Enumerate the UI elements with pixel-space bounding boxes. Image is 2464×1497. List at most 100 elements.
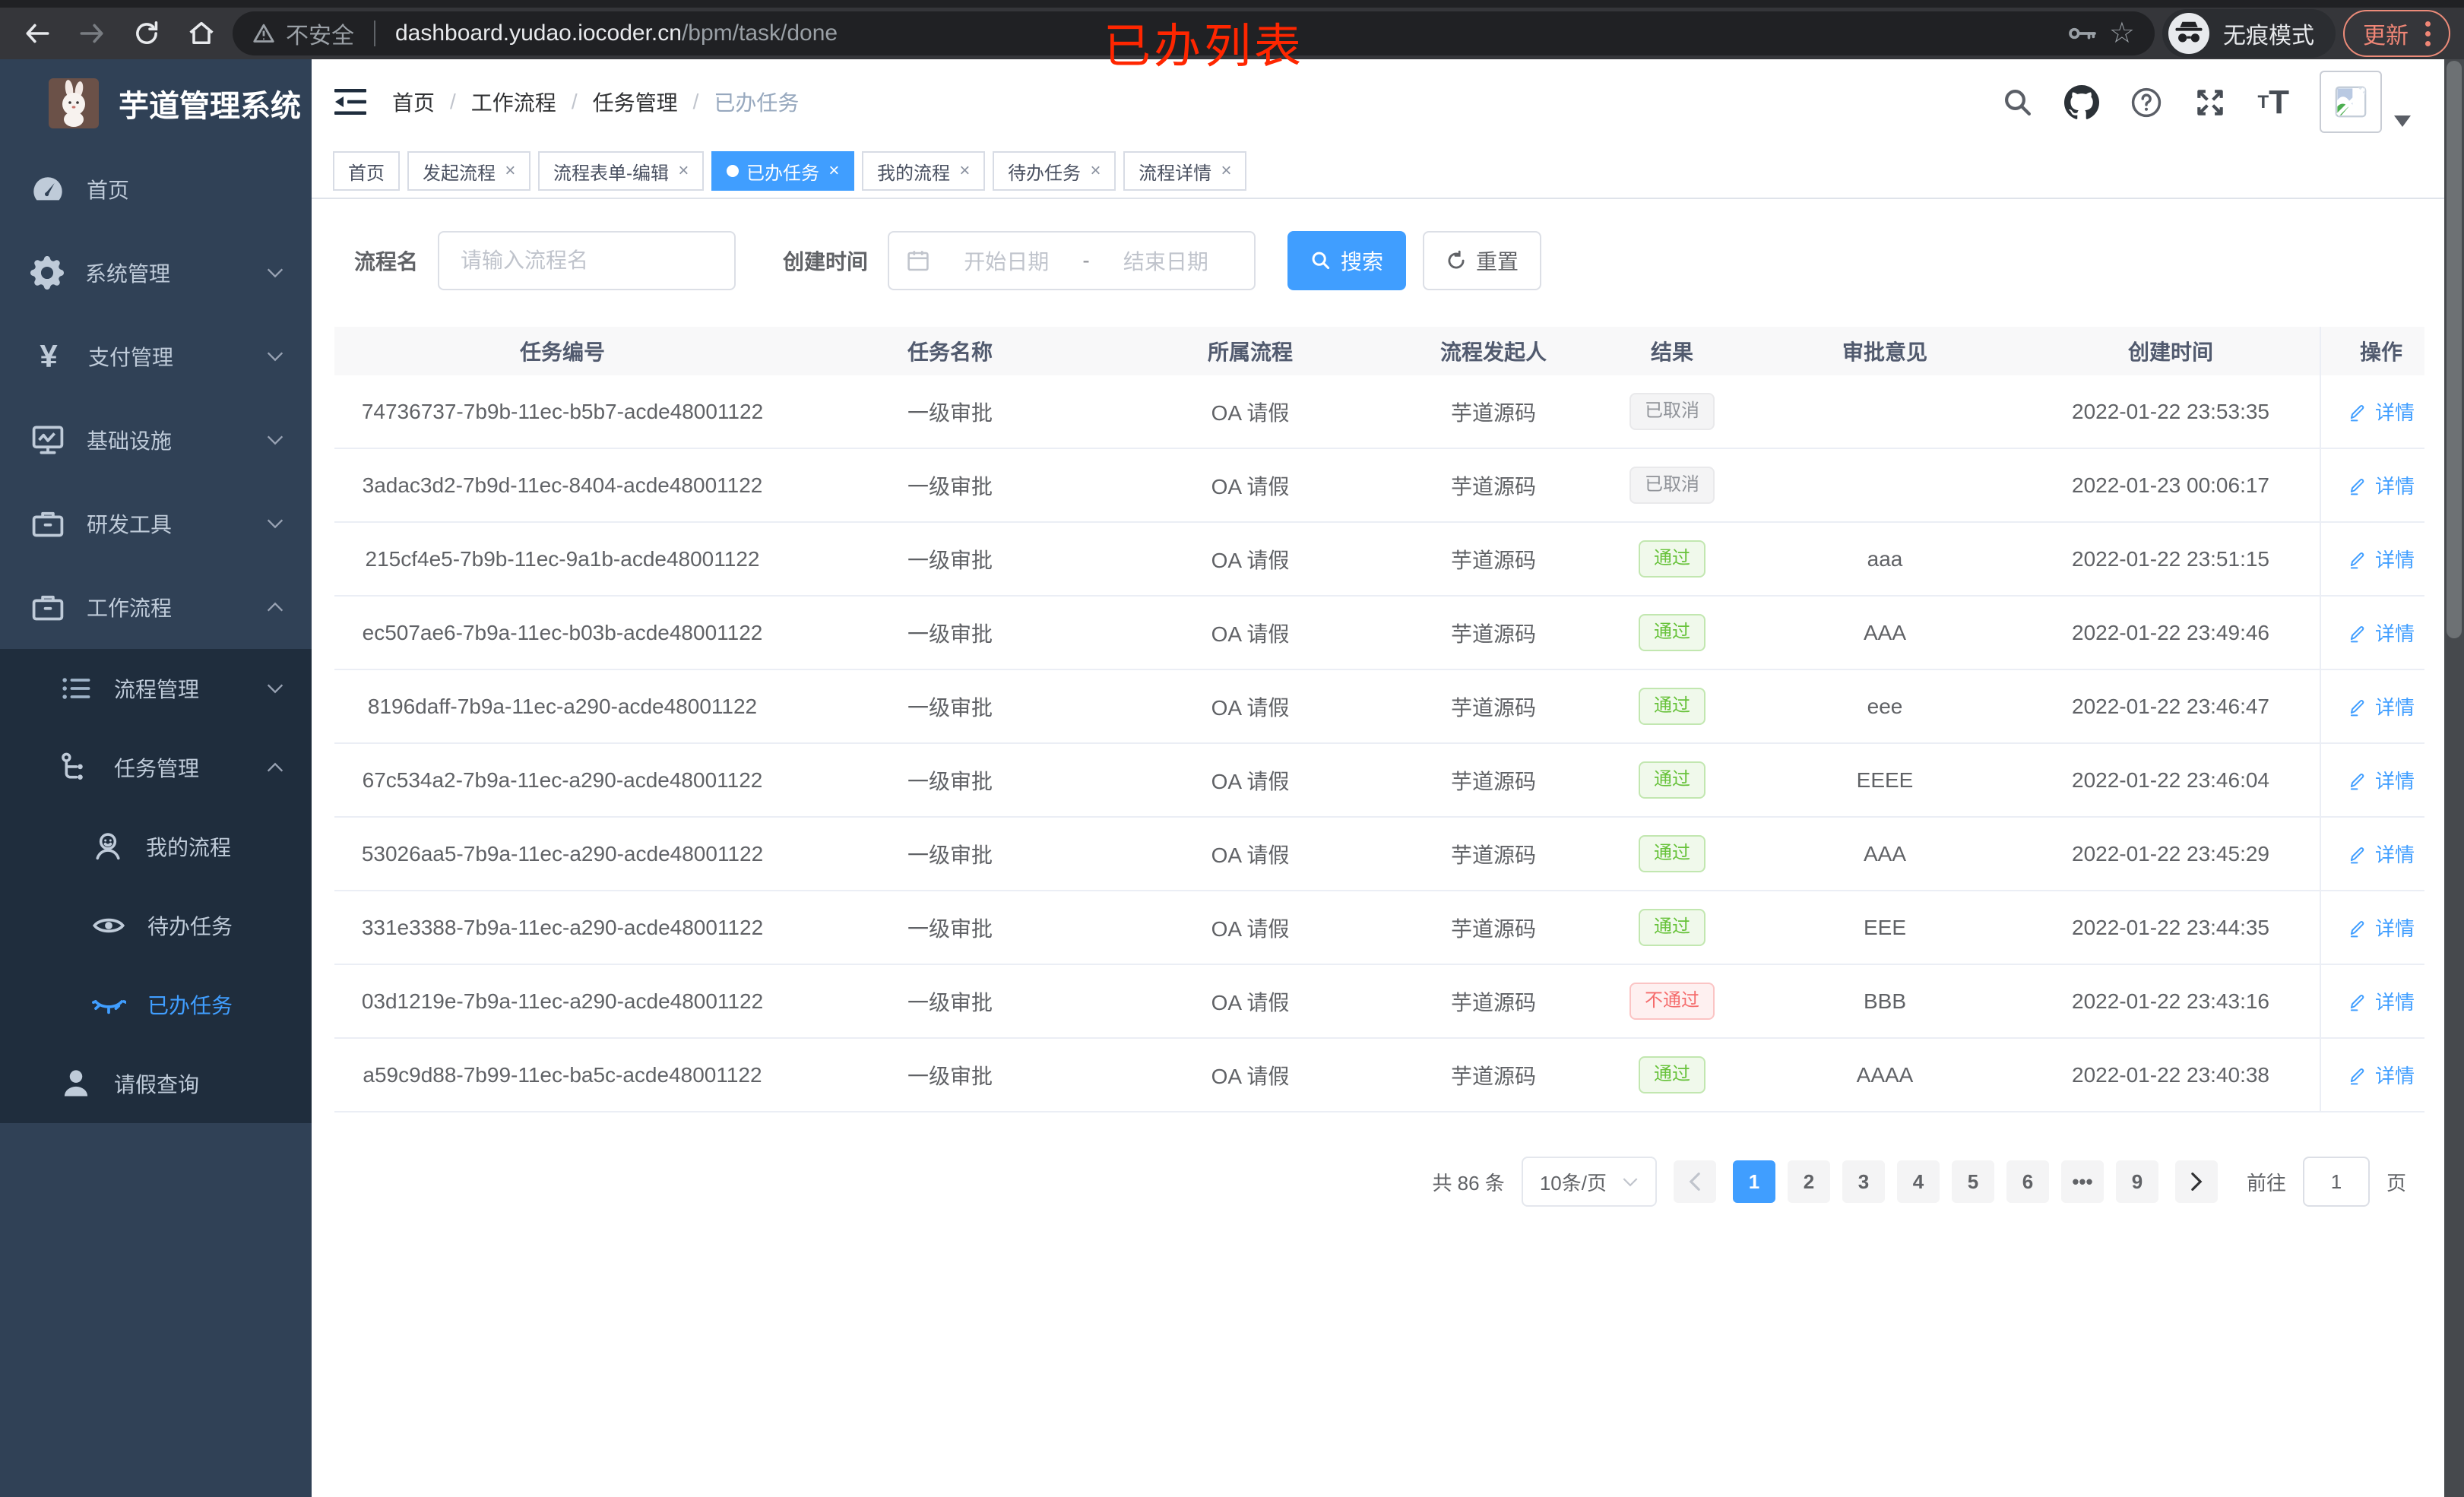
avatar[interactable]: [2320, 71, 2382, 133]
tab-close-icon[interactable]: ×: [505, 160, 515, 182]
page-button-3[interactable]: 3: [1842, 1160, 1885, 1203]
process-name-input[interactable]: [438, 231, 736, 290]
sidebar-item-task-mgmt[interactable]: 任务管理: [0, 728, 312, 807]
view-tab[interactable]: 首页: [333, 151, 400, 191]
sidebar-item-label: 请假查询: [114, 1073, 200, 1097]
page-button-2[interactable]: 2: [1787, 1160, 1830, 1203]
update-button[interactable]: 更新: [2343, 10, 2450, 57]
detail-button[interactable]: 详情: [2348, 692, 2415, 720]
result-badge: 通过: [1639, 540, 1705, 578]
search-button[interactable]: 搜索: [1287, 231, 1407, 290]
detail-button[interactable]: 详情: [2348, 545, 2415, 573]
result-cell: 通过: [1596, 891, 1748, 964]
fullscreen-icon[interactable]: [2193, 72, 2227, 133]
breadcrumb-home[interactable]: 首页: [392, 87, 435, 117]
create-time: 2022-01-23 00:06:17: [2072, 473, 2269, 497]
reset-button[interactable]: 重置: [1423, 231, 1542, 290]
page-scrollbar[interactable]: [2444, 59, 2464, 1497]
sidebar-item-my-process[interactable]: 我的流程: [0, 807, 312, 886]
detail-label: 详情: [2374, 475, 2415, 498]
sidebar-collapse-icon[interactable]: [334, 88, 366, 116]
browser-menu-icon[interactable]: [2425, 21, 2431, 46]
sidebar-item-home[interactable]: 首页: [0, 147, 312, 231]
detail-label: 详情: [2374, 1065, 2415, 1087]
page-button-9[interactable]: 9: [2115, 1160, 2158, 1203]
sidebar-item-label: 研发工具: [87, 513, 173, 536]
eye-closed-icon: [91, 987, 126, 1022]
sidebar-item-devtools[interactable]: 研发工具: [0, 482, 312, 565]
view-tab[interactable]: 我的流程 ×: [862, 151, 986, 191]
end-date-placeholder: 结束日期: [1123, 250, 1208, 274]
font-size-icon[interactable]: TT: [2257, 72, 2289, 133]
pager-more-button[interactable]: •••: [2060, 1160, 2104, 1203]
next-page-button[interactable]: [2174, 1160, 2218, 1203]
avatar-dropdown-caret[interactable]: [2394, 116, 2411, 127]
tab-close-icon[interactable]: ×: [828, 160, 839, 182]
eye-open-icon: [91, 908, 126, 943]
sidebar-item-label: 工作流程: [87, 597, 173, 620]
table-body: 74736737-7b9b-11ec-b5b7-acde48001122 一级审批…: [334, 375, 2424, 1112]
security-label: 不安全: [286, 24, 354, 49]
view-tab[interactable]: 待办任务 ×: [993, 151, 1116, 191]
detail-button[interactable]: 详情: [2348, 987, 2415, 1015]
back-icon[interactable]: [14, 10, 61, 57]
page-button-5[interactable]: 5: [1951, 1160, 1994, 1203]
forward-icon[interactable]: [68, 10, 116, 57]
goto-page-input[interactable]: [2302, 1157, 2370, 1207]
search-icon[interactable]: [2002, 72, 2034, 133]
sidebar-item-workflow[interactable]: 工作流程: [0, 565, 312, 649]
table-row: 74736737-7b9b-11ec-b5b7-acde48001122 一级审批…: [334, 375, 2424, 449]
page-button-1[interactable]: 1: [1732, 1160, 1775, 1203]
breadcrumb-workflow[interactable]: 工作流程: [471, 87, 556, 117]
detail-label: 详情: [2374, 843, 2415, 866]
detail-label: 详情: [2374, 991, 2415, 1014]
page-button-4[interactable]: 4: [1896, 1160, 1940, 1203]
detail-button[interactable]: 详情: [2348, 397, 2415, 426]
detail-button[interactable]: 详情: [2348, 471, 2415, 499]
detail-button[interactable]: 详情: [2348, 619, 2415, 647]
sidebar-item-todo-tasks[interactable]: 待办任务: [0, 886, 312, 965]
home-icon[interactable]: [178, 10, 225, 57]
operation-cell: 详情: [2320, 449, 2441, 521]
detail-button[interactable]: 详情: [2348, 766, 2415, 794]
active-tab-dot: [727, 165, 740, 177]
breadcrumb-task-mgmt[interactable]: 任务管理: [593, 87, 678, 117]
detail-button[interactable]: 详情: [2348, 913, 2415, 942]
result-badge: 通过: [1639, 909, 1705, 946]
scrollbar-thumb[interactable]: [2447, 61, 2462, 638]
view-tab[interactable]: 发起流程 ×: [407, 151, 531, 191]
app-logo[interactable]: 芋道管理系统: [0, 59, 312, 147]
view-tab[interactable]: 已办任务 ×: [711, 151, 855, 191]
help-icon[interactable]: [2130, 72, 2163, 133]
sidebar: 芋道管理系统 首页 系统管理 ¥ 支付管理 基础设施 研发工具 工作流程 流程管…: [0, 59, 312, 1497]
sidebar-item-process-mgmt[interactable]: 流程管理: [0, 649, 312, 728]
sidebar-item-done-tasks[interactable]: 已办任务: [0, 965, 312, 1044]
tab-close-icon[interactable]: ×: [678, 160, 689, 182]
tab-close-icon[interactable]: ×: [1221, 160, 1231, 182]
bookmark-star-icon[interactable]: ☆: [2109, 19, 2135, 48]
prev-page-button[interactable]: [1673, 1160, 1716, 1203]
table-row: 8196daff-7b9a-11ec-a290-acde48001122 一级审批…: [334, 670, 2424, 744]
task-name: 一级审批: [907, 695, 993, 720]
page-button-6[interactable]: 6: [2006, 1160, 2049, 1203]
sidebar-item-payment[interactable]: ¥ 支付管理: [0, 315, 312, 398]
key-icon[interactable]: [2068, 21, 2098, 46]
detail-label: 详情: [2374, 770, 2415, 793]
breadcrumb-current: 已办任务: [714, 91, 800, 115]
detail-button[interactable]: 详情: [2348, 1061, 2415, 1089]
view-tab[interactable]: 流程详情 ×: [1123, 151, 1247, 191]
sidebar-item-system[interactable]: 系统管理: [0, 231, 312, 315]
reload-icon[interactable]: [123, 10, 170, 57]
github-icon[interactable]: [2064, 72, 2100, 133]
top-navbar: 首页 / 工作流程 / 任务管理 / 已办任务 T T: [312, 59, 2444, 144]
view-tab[interactable]: 流程表单-编辑 ×: [538, 151, 705, 191]
sidebar-item-infrastructure[interactable]: 基础设施: [0, 398, 312, 482]
page-size-select[interactable]: 10条/页: [1521, 1157, 1657, 1207]
date-range-picker[interactable]: 开始日期 - 结束日期: [888, 231, 1256, 290]
tab-close-icon[interactable]: ×: [959, 160, 970, 182]
sidebar-item-leave-query[interactable]: 请假查询: [0, 1044, 312, 1123]
result-cell: 通过: [1596, 670, 1748, 742]
tab-close-icon[interactable]: ×: [1090, 160, 1101, 182]
column-header: 结果: [1650, 340, 1693, 364]
detail-button[interactable]: 详情: [2348, 840, 2415, 868]
